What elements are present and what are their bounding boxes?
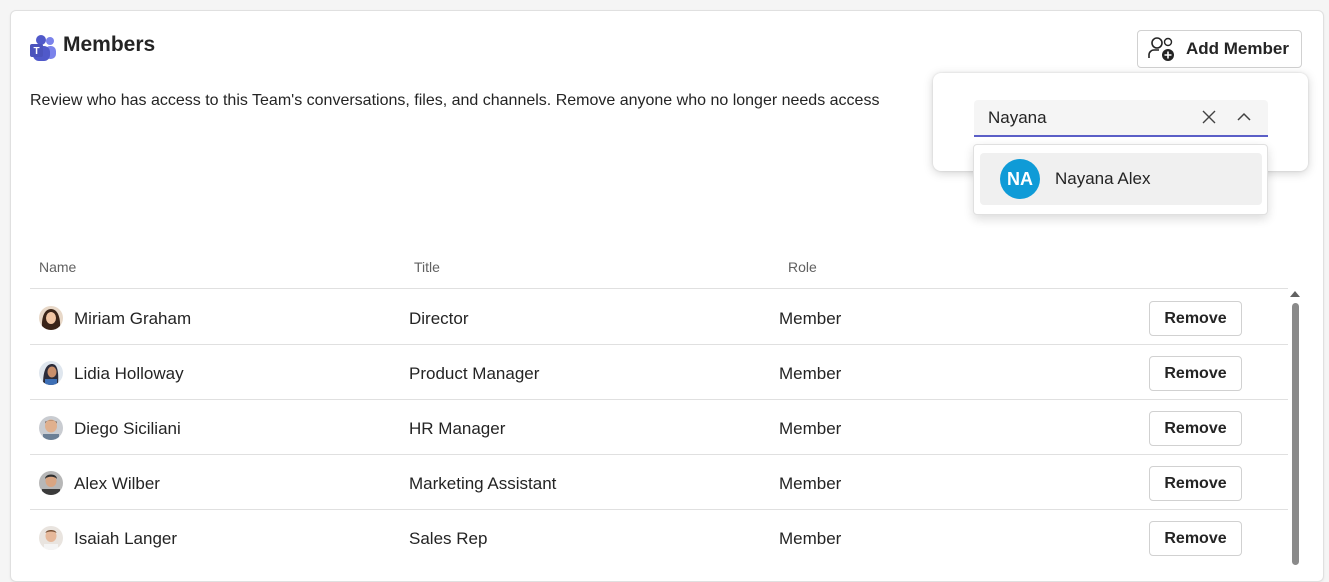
table-row: Diego Siciliani HR Manager Member Remove <box>30 400 1288 455</box>
scrollbar-thumb[interactable] <box>1292 303 1299 565</box>
member-role: Member <box>779 529 842 548</box>
add-person-icon <box>1148 37 1174 61</box>
member-title: HR Manager <box>409 419 506 438</box>
table-row: Isaiah Langer Sales Rep Member Remove <box>30 510 1288 565</box>
page-title: Members <box>63 33 156 56</box>
member-title: Product Manager <box>409 364 540 383</box>
page-description: Review who has access to this Team's con… <box>30 92 880 109</box>
avatar: NA <box>1000 159 1040 199</box>
suggestions-listbox: NA Nayana Alex <box>973 144 1268 215</box>
member-name: Isaiah Langer <box>74 529 178 548</box>
people-picker[interactable] <box>974 100 1268 137</box>
suggestion-name: Nayana Alex <box>1055 169 1151 188</box>
table-row: Lidia Holloway Product Manager Member Re… <box>30 345 1288 400</box>
member-role: Member <box>779 474 842 493</box>
member-title: Marketing Assistant <box>409 474 557 493</box>
avatar <box>39 306 63 330</box>
table-row: Alex Wilber Marketing Assistant Member R… <box>30 455 1288 510</box>
member-name: Lidia Holloway <box>74 364 184 383</box>
member-name: Alex Wilber <box>74 474 160 493</box>
member-role: Member <box>779 419 842 438</box>
remove-button[interactable]: Remove <box>1149 521 1242 556</box>
member-role: Member <box>779 364 842 383</box>
member-name: Diego Siciliani <box>74 419 181 438</box>
remove-button[interactable]: Remove <box>1149 301 1242 336</box>
member-role: Member <box>779 309 842 328</box>
table-row: Miriam Graham Director Member Remove <box>30 290 1288 345</box>
member-title: Director <box>409 309 469 328</box>
avatar <box>39 471 63 495</box>
member-name: Miriam Graham <box>74 309 192 328</box>
suggestion-option[interactable]: NA Nayana Alex <box>980 153 1262 205</box>
chevron-up-icon[interactable] <box>1236 111 1252 123</box>
add-member-button[interactable]: Add Member <box>1137 30 1302 68</box>
column-header-role[interactable]: Role <box>788 259 817 275</box>
avatar <box>39 526 63 550</box>
remove-button[interactable]: Remove <box>1149 466 1242 501</box>
people-search-input[interactable] <box>988 106 1188 130</box>
clear-icon[interactable] <box>1201 109 1217 125</box>
svg-text:T: T <box>33 46 39 57</box>
scroll-up-arrow-icon[interactable] <box>1290 291 1300 297</box>
table-divider <box>30 288 1288 289</box>
member-title: Sales Rep <box>409 529 488 548</box>
column-header-name[interactable]: Name <box>39 259 76 275</box>
remove-button[interactable]: Remove <box>1149 356 1242 391</box>
avatar <box>39 361 63 385</box>
avatar <box>39 416 63 440</box>
column-header-title[interactable]: Title <box>414 259 440 275</box>
remove-button[interactable]: Remove <box>1149 411 1242 446</box>
add-member-label: Add Member <box>1186 39 1289 58</box>
teams-icon: T <box>30 35 56 61</box>
